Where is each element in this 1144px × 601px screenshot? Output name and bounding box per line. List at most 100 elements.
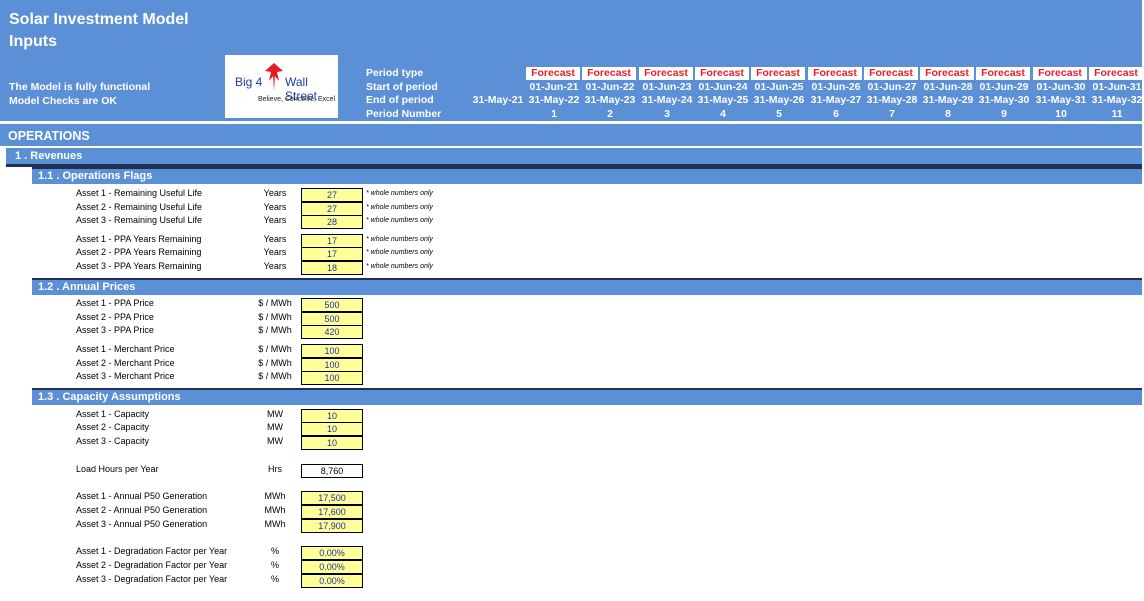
- input-cell[interactable]: 420: [301, 325, 363, 339]
- start-of-period-label: Start of period: [366, 81, 438, 93]
- period-number-cell: 5: [776, 108, 782, 120]
- model-title: Solar Investment Model: [9, 11, 189, 28]
- input-cell[interactable]: 17,500: [301, 491, 363, 505]
- input-unit: $ / MWh: [258, 312, 292, 322]
- input-unit: MWh: [264, 505, 286, 515]
- input-row: Asset 3 - Annual P50 Generation MWh 17,900: [0, 519, 500, 533]
- period-start-cell: 01-Jun-28: [923, 81, 973, 93]
- input-cell[interactable]: 28: [301, 215, 363, 229]
- input-label: Asset 1 - PPA Price: [76, 298, 154, 308]
- input-row: Asset 3 - Remaining Useful Life Years 28 * …: [0, 215, 500, 229]
- company-logo: Big 4 Wall Street Believe, Conceive, Exc…: [225, 55, 338, 118]
- period-type-cell: Forecast: [639, 67, 693, 80]
- input-cell[interactable]: 100: [301, 371, 363, 385]
- period-type-cell: Forecast: [582, 67, 636, 80]
- period-end-cell: 31-May-29: [922, 94, 974, 106]
- period-end-cell: 31-May-31: [1035, 94, 1087, 106]
- sheet-title: Inputs: [9, 33, 57, 50]
- input-label: Asset 1 - Degradation Factor per Year: [76, 546, 228, 556]
- input-label: Asset 3 - Degradation Factor per Year: [76, 574, 228, 584]
- end-of-period-label: End of period: [366, 94, 434, 106]
- input-cell[interactable]: 100: [301, 344, 363, 358]
- input-row: Asset 2 - PPA Price $ / MWh 500: [0, 312, 500, 326]
- period-number-cell: 6: [833, 108, 839, 120]
- input-unit: $ / MWh: [258, 371, 292, 381]
- input-row: Asset 1 - Capacity MW 10: [0, 409, 500, 423]
- input-label: Asset 2 - Remaining Useful Life: [76, 202, 203, 212]
- period-type-cell: Forecast: [751, 67, 805, 80]
- input-unit: MWh: [264, 491, 286, 501]
- input-row: Asset 3 - PPA Price $ / MWh 420: [0, 325, 500, 339]
- period-type-cell: Forecast: [920, 67, 974, 80]
- input-row: Asset 1 - PPA Price $ / MWh 500: [0, 298, 500, 312]
- input-unit: Years: [263, 215, 287, 225]
- input-cell[interactable]: 10: [301, 422, 363, 436]
- period-number-cell: 2: [607, 108, 613, 120]
- input-label: Asset 1 - Remaining Useful Life: [76, 188, 203, 198]
- input-cell[interactable]: 500: [301, 298, 363, 312]
- initial-period-end: 31-May-21: [472, 94, 524, 106]
- period-start-cell: 01-Jun-21: [529, 81, 579, 93]
- input-note: * whole numbers only: [366, 204, 433, 211]
- input-label: Asset 2 - Capacity: [76, 422, 150, 432]
- input-row: Asset 2 - Annual P50 Generation MWh 17,600: [0, 505, 500, 519]
- section-title: 1.2 . Annual Prices: [38, 281, 136, 293]
- period-start-cell: 01-Jun-27: [867, 81, 917, 93]
- input-cell[interactable]: 10: [301, 409, 363, 423]
- operations-title: OPERATIONS: [8, 129, 90, 143]
- input-unit: $ / MWh: [258, 298, 292, 308]
- input-unit: $ / MWh: [258, 358, 292, 368]
- input-row: Asset 1 - PPA Years Remaining Years 17 * wh…: [0, 234, 500, 248]
- model-status: The Model is fully functional: [9, 81, 151, 93]
- period-start-cell: 01-Jun-29: [979, 81, 1029, 93]
- period-start-cell: 01-Jun-22: [585, 81, 635, 93]
- input-unit: %: [270, 574, 279, 584]
- input-unit: MWh: [264, 519, 286, 529]
- input-note: * whole numbers only: [366, 249, 433, 256]
- input-row: Asset 2 - Merchant Price $ / MWh 100: [0, 358, 500, 372]
- input-unit: MW: [267, 436, 283, 446]
- input-label: Asset 2 - PPA Years Remaining: [76, 247, 202, 257]
- period-type-cell: Forecast: [526, 67, 580, 80]
- input-label: Asset 1 - Annual P50 Generation: [76, 491, 208, 501]
- model-header: Solar Investment Model Inputs The Model …: [0, 0, 1143, 121]
- input-cell[interactable]: 27: [301, 188, 363, 202]
- input-note: * whole numbers only: [366, 236, 433, 243]
- section-title: 1.1 . Operations Flags: [38, 170, 153, 182]
- input-cell[interactable]: 10: [301, 436, 363, 450]
- period-number-cell: 1: [551, 108, 557, 120]
- period-start-cell: 01-Jun-26: [811, 81, 861, 93]
- period-type-label: Period type: [366, 67, 424, 79]
- input-row: Asset 1 - Remaining Useful Life Years 27 * …: [0, 188, 500, 202]
- period-number-label: Period Number: [366, 108, 442, 120]
- period-end-cell: 31-May-30: [978, 94, 1030, 106]
- input-row: Load Hours per Year Hrs 8,760: [0, 464, 500, 478]
- period-end-cell: 31-May-27: [810, 94, 862, 106]
- input-cell[interactable]: 0.00%: [301, 546, 363, 560]
- input-unit: Years: [263, 261, 287, 271]
- input-row: Asset 1 - Merchant Price $ / MWh 100: [0, 344, 500, 358]
- input-label: Asset 3 - PPA Years Remaining: [76, 261, 202, 271]
- input-unit: MW: [267, 409, 283, 419]
- input-cell[interactable]: 8,760: [301, 464, 363, 478]
- input-cell[interactable]: 0.00%: [301, 574, 363, 588]
- input-cell[interactable]: 17,900: [301, 519, 363, 533]
- input-cell[interactable]: 18: [301, 261, 363, 275]
- input-label: Asset 2 - Annual P50 Generation: [76, 505, 208, 515]
- input-unit: %: [270, 546, 279, 556]
- input-cell[interactable]: 0.00%: [301, 560, 363, 574]
- period-number-cell: 4: [720, 108, 726, 120]
- input-label: Asset 1 - Capacity: [76, 409, 150, 419]
- input-cell[interactable]: 17: [301, 234, 363, 248]
- input-cell[interactable]: 27: [301, 202, 363, 216]
- input-cell[interactable]: 17: [301, 247, 363, 261]
- logo-big4-text: Big 4: [235, 75, 263, 89]
- input-cell[interactable]: 500: [301, 312, 363, 326]
- section-operations-flags: 1.1 . Operations Flags: [32, 167, 1142, 184]
- input-cell[interactable]: 100: [301, 358, 363, 372]
- input-label: Asset 2 - PPA Price: [76, 312, 154, 322]
- period-number-cell: 10: [1055, 108, 1067, 120]
- period-type-cell: Forecast: [1033, 67, 1087, 80]
- input-cell[interactable]: 17,600: [301, 505, 363, 519]
- input-label: Asset 3 - Capacity: [76, 436, 150, 446]
